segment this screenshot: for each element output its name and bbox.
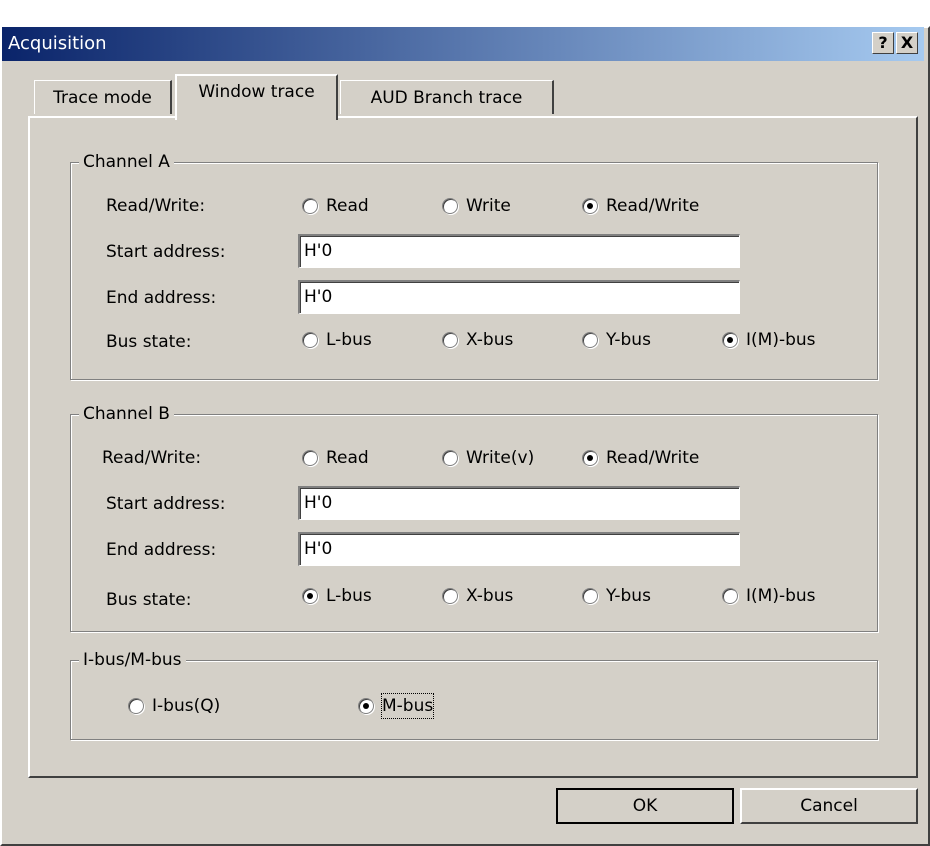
radio-label: Read/Write — [606, 448, 700, 468]
radio-label: X-bus — [466, 330, 514, 350]
tab-trace-mode[interactable]: Trace mode — [34, 80, 172, 114]
channel-b-title: Channel B — [79, 403, 174, 425]
channel-a-start-input[interactable]: H'0 — [298, 234, 740, 268]
channel-a-start-label: Start address: — [106, 242, 226, 262]
channel-b-ybus-radio[interactable]: Y-bus — [582, 584, 651, 608]
radio-label: I-bus(Q) — [152, 696, 221, 716]
radio-circle — [442, 588, 458, 604]
tab-window-trace[interactable]: Window trace — [175, 74, 338, 120]
radio-circle — [582, 332, 598, 348]
channel-b-start-input[interactable]: H'0 — [298, 486, 740, 520]
radio-circle-selected — [358, 698, 374, 714]
ibus-mbus-title: I-bus/M-bus — [79, 649, 186, 671]
radio-label: X-bus — [466, 586, 514, 606]
radio-circle — [128, 698, 144, 714]
radio-circle — [442, 450, 458, 466]
radio-label: M-bus — [380, 693, 435, 719]
radio-label: L-bus — [326, 586, 372, 606]
radio-circle — [442, 332, 458, 348]
radio-circle-selected — [582, 450, 598, 466]
channel-b-imbus-radio[interactable]: I(M)-bus — [722, 584, 816, 608]
window-title: Acquisition — [8, 33, 107, 54]
channel-a-write-radio[interactable]: Write — [442, 194, 511, 218]
ibus-radio[interactable]: I-bus(Q) — [128, 694, 220, 718]
channel-b-write-radio[interactable]: Write(v) — [442, 446, 534, 470]
channel-a-read-radio[interactable]: Read — [302, 194, 369, 218]
top-strip — [0, 0, 930, 27]
channel-b-lbus-radio[interactable]: L-bus — [302, 584, 372, 608]
channel-a-imbus-radio[interactable]: I(M)-bus — [722, 328, 816, 352]
close-button[interactable]: X — [896, 32, 918, 54]
radio-circle-selected — [582, 198, 598, 214]
channel-b-start-label: Start address: — [106, 494, 226, 514]
channel-a-xbus-radio[interactable]: X-bus — [442, 328, 513, 352]
channel-b-end-label: End address: — [106, 540, 217, 560]
channel-b-readwrite-radio[interactable]: Read/Write — [582, 446, 699, 470]
channel-a-ybus-radio[interactable]: Y-bus — [582, 328, 651, 352]
help-button[interactable]: ? — [872, 32, 894, 54]
radio-label: Write(v) — [466, 448, 535, 468]
radio-label: Y-bus — [606, 330, 651, 350]
radio-circle — [582, 588, 598, 604]
channel-b-end-input[interactable]: H'0 — [298, 532, 740, 566]
mbus-radio[interactable]: M-bus — [358, 693, 435, 719]
cancel-button[interactable]: Cancel — [740, 788, 918, 824]
channel-a-rw-label: Read/Write: — [106, 196, 206, 216]
radio-label: Read — [326, 196, 369, 216]
channel-b-xbus-radio[interactable]: X-bus — [442, 584, 513, 608]
radio-label: L-bus — [326, 330, 372, 350]
radio-circle-selected — [302, 588, 318, 604]
radio-circle-selected — [722, 332, 738, 348]
channel-a-bus-label: Bus state: — [106, 332, 192, 352]
radio-circle — [442, 198, 458, 214]
radio-label: Write — [466, 196, 511, 216]
radio-label: I(M)-bus — [746, 586, 816, 606]
radio-circle — [302, 332, 318, 348]
radio-circle — [302, 198, 318, 214]
channel-a-end-label: End address: — [106, 288, 217, 308]
channel-a-title: Channel A — [79, 151, 174, 173]
radio-label: Read — [326, 448, 369, 468]
channel-b-read-radio[interactable]: Read — [302, 446, 369, 470]
ok-button[interactable]: OK — [556, 788, 734, 824]
radio-label: I(M)-bus — [746, 330, 816, 350]
tab-panel: Channel A Read/Write: Read Write Read/Wr… — [28, 116, 918, 778]
radio-label: Y-bus — [606, 586, 651, 606]
radio-circle — [722, 588, 738, 604]
radio-circle — [302, 450, 318, 466]
channel-b-rw-label: Read/Write: — [102, 448, 202, 468]
channel-a-end-input[interactable]: H'0 — [298, 280, 740, 314]
radio-label: Read/Write — [606, 196, 700, 216]
channel-a-readwrite-radio[interactable]: Read/Write — [582, 194, 699, 218]
title-bar[interactable]: Acquisition ? X — [2, 27, 924, 61]
tab-aud-branch-trace[interactable]: AUD Branch trace — [340, 80, 554, 114]
channel-b-bus-label: Bus state: — [106, 590, 192, 610]
channel-a-lbus-radio[interactable]: L-bus — [302, 328, 372, 352]
